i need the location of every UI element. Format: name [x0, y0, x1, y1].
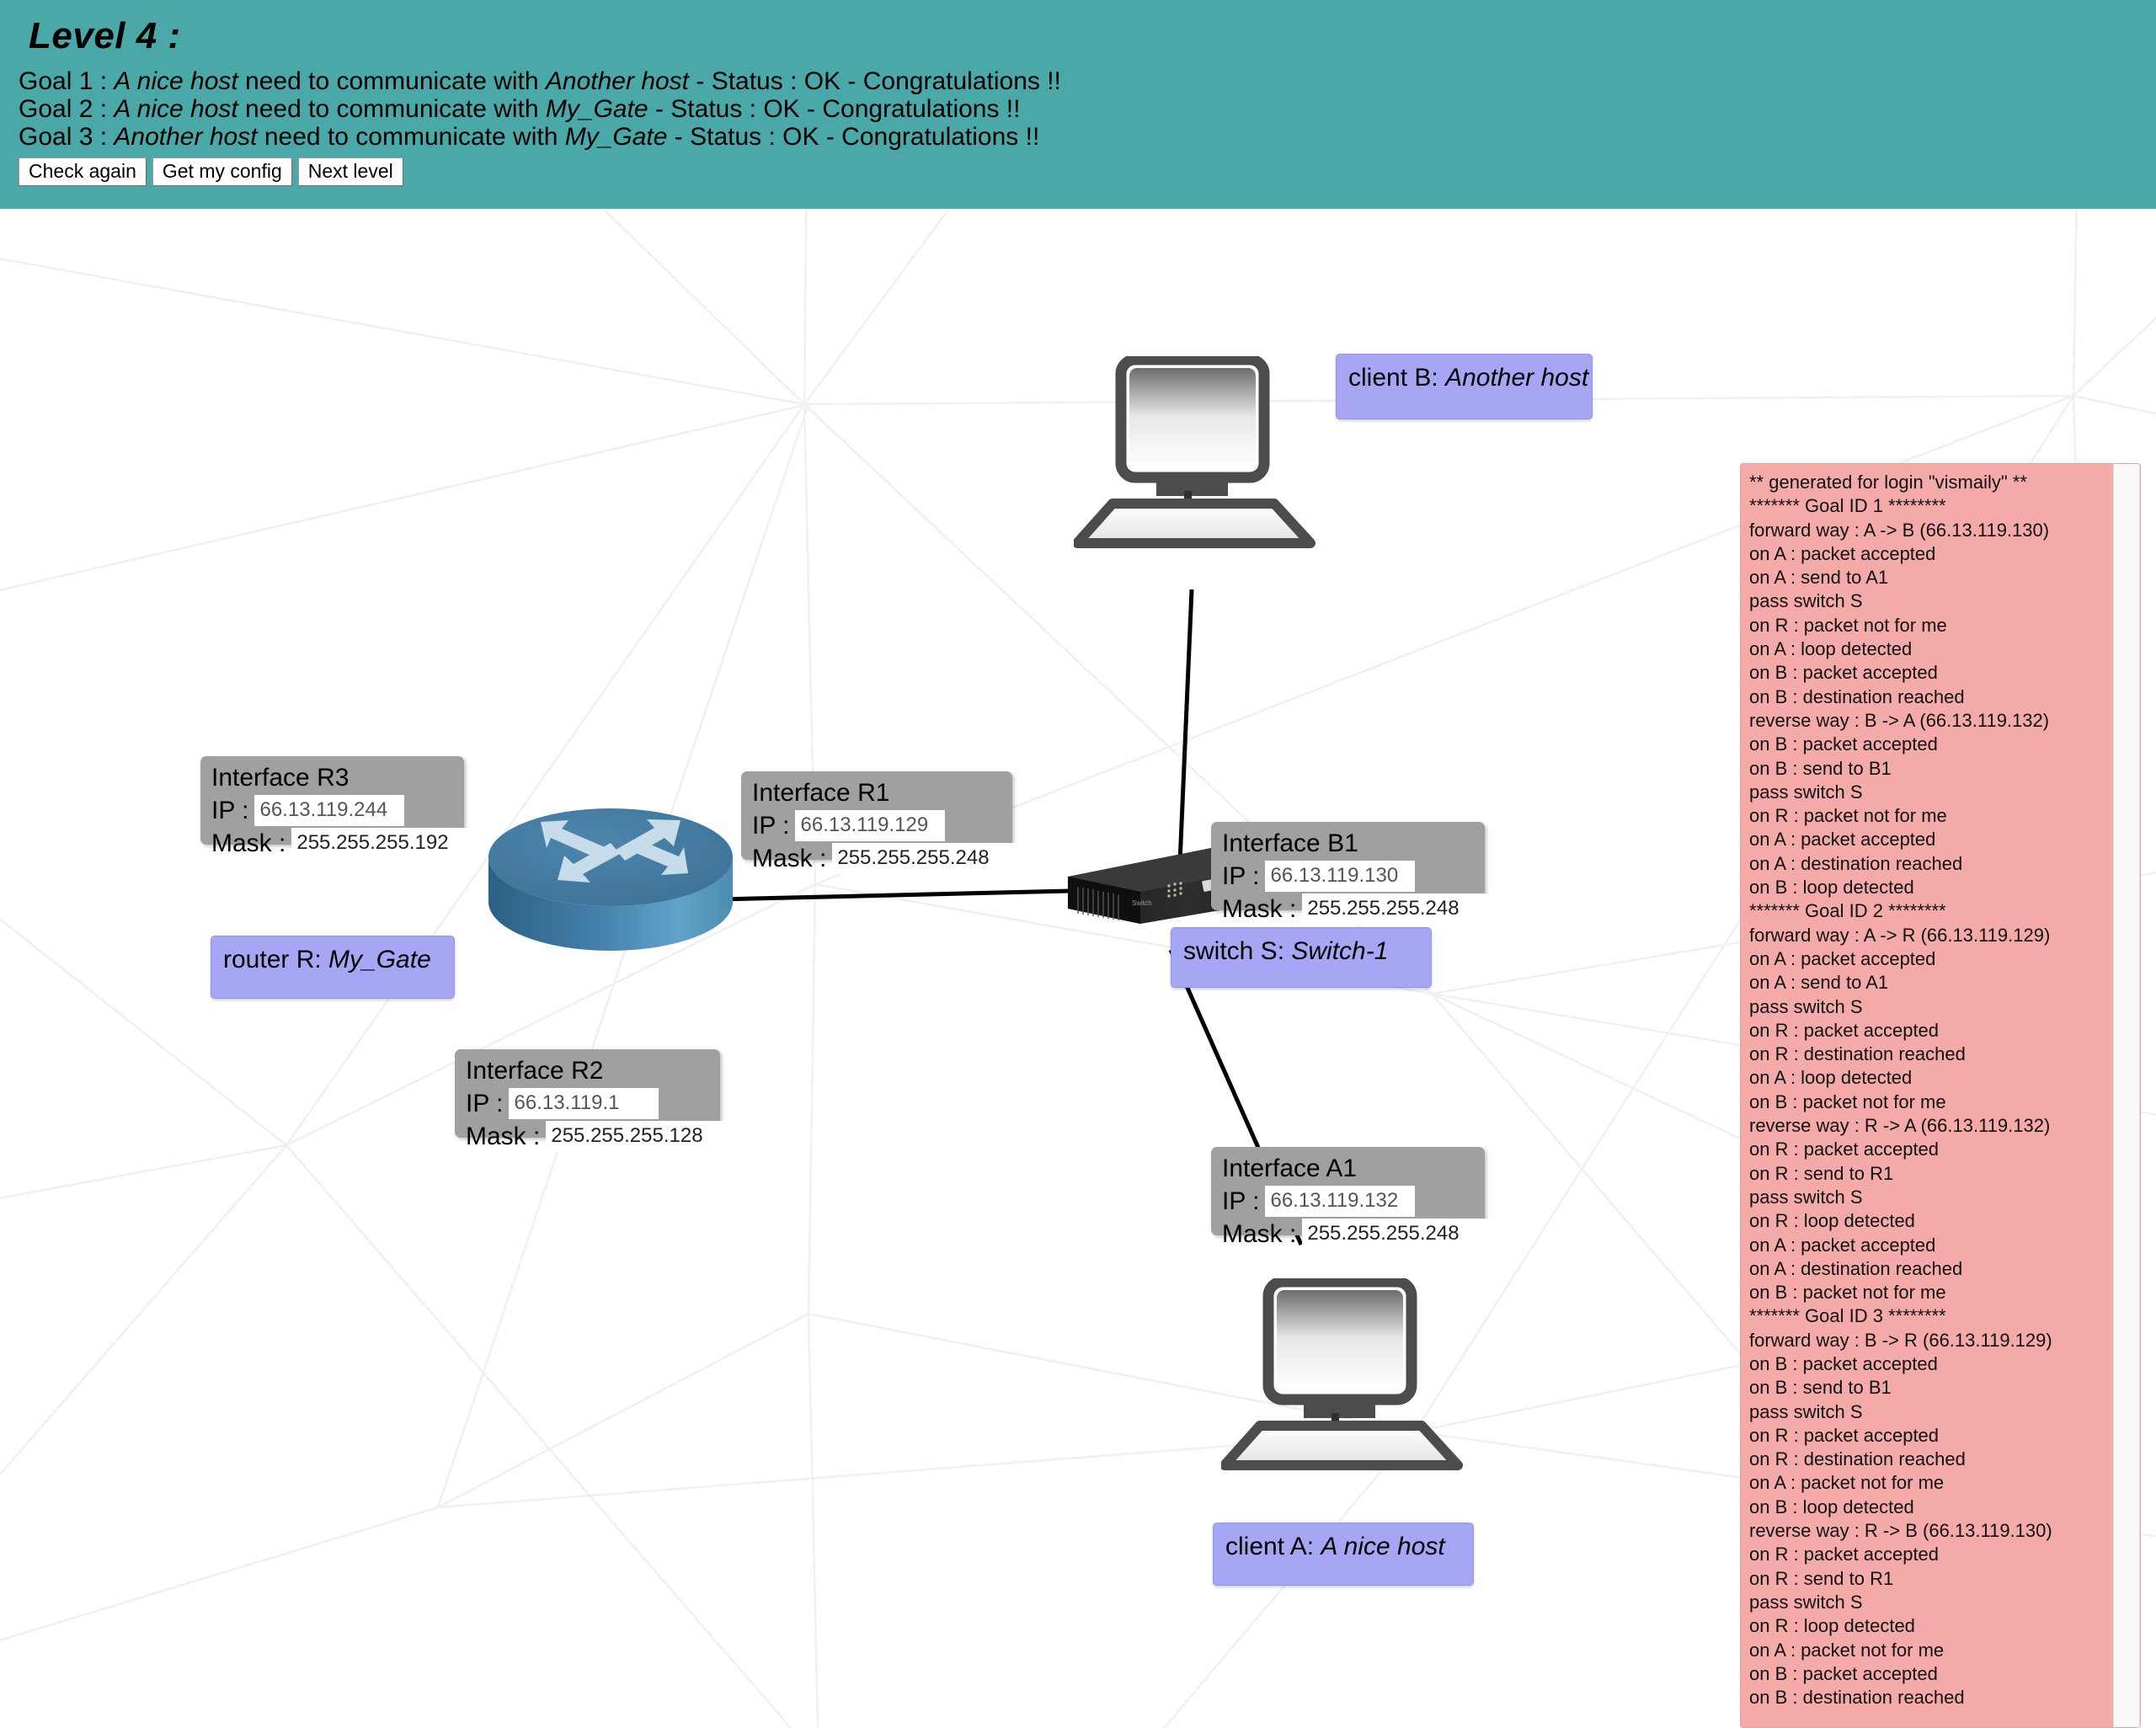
- simulation-log-panel[interactable]: ** generated for login "vismaily" ** ***…: [1740, 463, 2141, 1728]
- log-scrollbar[interactable]: [2113, 464, 2140, 1727]
- interface-r1-mask-input[interactable]: [832, 843, 1028, 874]
- goal-1-source: A nice host: [114, 67, 238, 95]
- interface-r3-ip-row: IP :: [211, 795, 453, 826]
- switch-s-role: switch S:: [1183, 937, 1292, 965]
- get-my-config-button[interactable]: Get my config: [152, 157, 292, 187]
- interface-r1-mask-label: Mask :: [752, 844, 827, 872]
- goal-line-3: Goal 3 : Another host need to communicat…: [19, 123, 2156, 151]
- interface-r1-ip-input[interactable]: [795, 810, 946, 841]
- goal-2-mid: need to communicate with: [237, 95, 546, 123]
- level-banner: Level 4 : Goal 1 : A nice host need to c…: [0, 0, 2156, 209]
- router-r-label: router R: My_Gate: [211, 936, 455, 999]
- goal-1-prefix: Goal 1 :: [19, 67, 115, 95]
- interface-a1-ip-label: IP :: [1222, 1187, 1260, 1215]
- check-again-button[interactable]: Check again: [19, 157, 147, 187]
- goal-3-target: My_Gate: [564, 123, 668, 151]
- interface-r2-mask-label: Mask :: [466, 1122, 541, 1150]
- router-r-role: router R:: [223, 946, 329, 973]
- interface-r2-ip-row: IP :: [466, 1088, 709, 1119]
- interface-r1-mask-row: Mask :: [752, 843, 1028, 874]
- interface-r1-title: Interface R1: [752, 779, 890, 807]
- client-b-alias: Another host: [1445, 364, 1589, 392]
- interface-r2-ip-input[interactable]: [509, 1088, 659, 1119]
- interface-b1-ip-input[interactable]: [1265, 861, 1416, 892]
- interface-b1-ip-label: IP :: [1222, 861, 1260, 890]
- client-a-role: client A:: [1225, 1533, 1321, 1560]
- goal-2-source: A nice host: [114, 95, 238, 123]
- interface-a1-title: Interface A1: [1222, 1155, 1358, 1182]
- goal-1-mid: need to communicate with: [237, 67, 546, 95]
- interface-r1-ip-row: IP :: [752, 810, 1001, 841]
- router-r-icon[interactable]: [480, 790, 733, 958]
- interface-r2-title: Interface R2: [466, 1057, 604, 1085]
- interface-r2-mask-input[interactable]: [546, 1121, 742, 1152]
- switch-s-label: switch S: Switch-1: [1171, 927, 1432, 988]
- client-b-computer-icon[interactable]: [1072, 354, 1318, 592]
- router-r-alias: My_Gate: [328, 946, 431, 973]
- interface-a1-mask-label: Mask :: [1222, 1219, 1297, 1248]
- goal-2-status: - Status : OK - Congratulations !!: [648, 95, 1021, 123]
- interface-a1-mask-input[interactable]: [1302, 1219, 1498, 1250]
- interface-r3-ip-label: IP :: [211, 796, 249, 824]
- interface-r3-mask-input[interactable]: [291, 828, 488, 859]
- interface-b1-title: Interface B1: [1222, 829, 1358, 857]
- interface-r3-box: Interface R3 IP : Mask :: [200, 756, 488, 859]
- interface-r3-mask-label: Mask :: [211, 829, 286, 857]
- goal-1-target: Another host: [545, 67, 690, 95]
- goal-3-prefix: Goal 3 :: [19, 123, 115, 151]
- goal-line-1: Goal 1 : A nice host need to communicate…: [19, 67, 2156, 95]
- interface-r3-title: Interface R3: [211, 764, 350, 792]
- next-level-button[interactable]: Next level: [297, 157, 403, 187]
- interface-r1-box: Interface R1 IP : Mask :: [741, 771, 1028, 874]
- goal-2-target: My_Gate: [545, 95, 648, 123]
- svg-text:Switch: Switch: [1132, 899, 1152, 907]
- client-a-label: client A: A nice host: [1213, 1523, 1474, 1586]
- switch-s-alias: Switch-1: [1291, 937, 1389, 965]
- interface-b1-mask-row: Mask :: [1222, 893, 1498, 925]
- interface-a1-ip-row: IP :: [1222, 1186, 1474, 1217]
- link-router-to-switch: [719, 888, 1070, 902]
- interface-a1-box: Interface A1 IP : Mask :: [1211, 1147, 1498, 1250]
- interface-a1-ip-input[interactable]: [1265, 1186, 1416, 1217]
- goal-3-mid: need to communicate with: [257, 123, 565, 151]
- interface-b1-box: Interface B1 IP : Mask :: [1211, 822, 1498, 925]
- interface-a1-mask-row: Mask :: [1222, 1219, 1498, 1250]
- goal-3-source: Another host: [114, 123, 258, 151]
- simulation-log-text: ** generated for login "vismaily" ** ***…: [1749, 472, 2052, 1709]
- page-title: Level 4 :: [29, 15, 181, 56]
- client-a-alias: A nice host: [1321, 1533, 1445, 1560]
- goal-1-status: - Status : OK - Congratulations !!: [689, 67, 1061, 95]
- goal-line-2: Goal 2 : A nice host need to communicate…: [19, 95, 2156, 123]
- interface-b1-mask-label: Mask :: [1222, 894, 1297, 923]
- client-b-label: client B: Another host: [1336, 354, 1593, 419]
- interface-r3-mask-row: Mask :: [211, 828, 488, 859]
- interface-r2-box: Interface R2 IP : Mask :: [455, 1049, 742, 1152]
- interface-r3-ip-input[interactable]: [254, 795, 405, 826]
- banner-button-group: Check again Get my config Next level: [19, 157, 2156, 187]
- interface-r2-ip-label: IP :: [466, 1089, 504, 1117]
- goal-3-status: - Status : OK - Congratulations !!: [667, 123, 1040, 151]
- interface-r2-mask-row: Mask :: [466, 1121, 742, 1152]
- interface-b1-ip-row: IP :: [1222, 861, 1474, 892]
- goal-2-prefix: Goal 2 :: [19, 95, 115, 123]
- client-a-computer-icon[interactable]: [1219, 1276, 1465, 1514]
- client-b-role: client B:: [1348, 364, 1446, 392]
- interface-b1-mask-input[interactable]: [1302, 893, 1498, 925]
- interface-r1-ip-label: IP :: [752, 811, 790, 840]
